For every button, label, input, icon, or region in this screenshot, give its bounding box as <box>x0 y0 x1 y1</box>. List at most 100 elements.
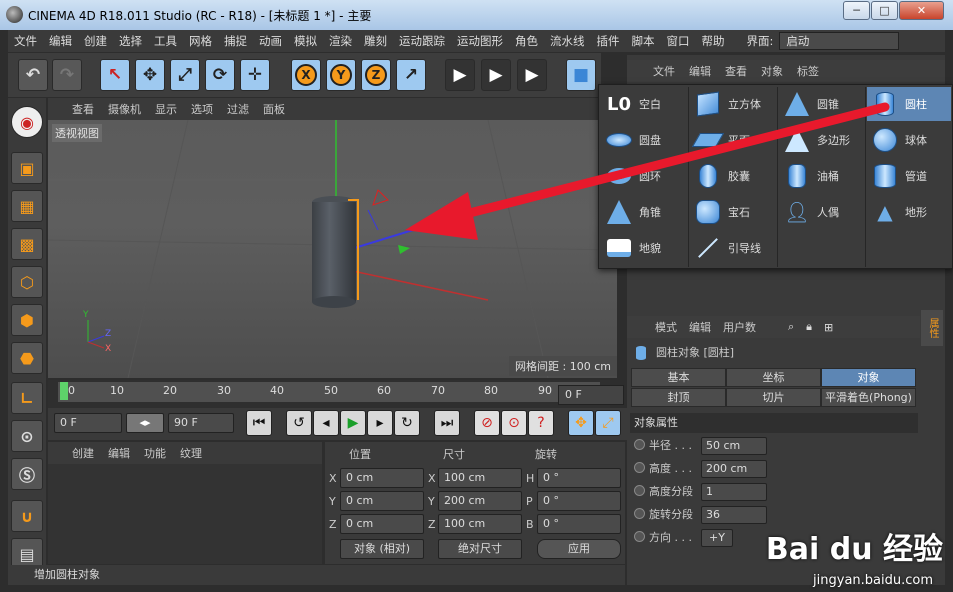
cube-primitive-icon[interactable]: ■ <box>566 59 596 91</box>
popup-item-figure[interactable]: 👤︎ 人偶 <box>779 195 865 229</box>
pos-x-field[interactable]: 0 cm <box>340 468 424 488</box>
menu-render[interactable]: 渲染 <box>323 33 358 49</box>
rp-menu-tags[interactable]: 标签 <box>797 63 819 79</box>
rp-menu-file[interactable]: 文件 <box>653 63 675 79</box>
orientation-select[interactable]: +Y <box>701 529 733 547</box>
popup-item-landscape[interactable]: ▲ 地形 <box>867 195 951 229</box>
radius-field[interactable]: 50 cm <box>701 437 767 455</box>
viewport-menu-view[interactable]: 查看 <box>72 101 94 117</box>
rot-h-field[interactable]: 0 ° <box>537 468 621 488</box>
attr-menu-userdata[interactable]: 用户数 <box>723 319 756 335</box>
model-mode-icon[interactable]: ▣ <box>11 152 43 184</box>
popup-item-plane[interactable]: 平面 <box>690 123 776 157</box>
side-tab-label[interactable]: 属性 <box>921 310 943 346</box>
perspective-viewport[interactable]: Y Z X 透视视图 网格间距 : 100 cm <box>48 120 617 378</box>
popup-item-cube[interactable]: 立方体 <box>690 87 776 121</box>
popup-item-polygon[interactable]: 多边形 <box>779 123 865 157</box>
popup-item-sphere[interactable]: 球体 <box>867 123 951 157</box>
menu-pipeline[interactable]: 流水线 <box>544 33 591 49</box>
menu-mesh[interactable]: 网格 <box>183 33 218 49</box>
menu-select[interactable]: 选择 <box>113 33 148 49</box>
radio-icon[interactable] <box>634 485 645 496</box>
next-key-icon[interactable]: ↻ <box>394 410 420 436</box>
axis-mode-icon[interactable]: ∟ <box>11 382 43 414</box>
menu-help[interactable]: 帮助 <box>696 33 731 49</box>
object-menu-create[interactable]: 创建 <box>72 445 94 461</box>
end-frame-field[interactable]: 90 F <box>168 413 234 433</box>
y-axis-lock-icon[interactable]: Y <box>326 59 356 91</box>
z-axis-lock-icon[interactable]: Z <box>361 59 391 91</box>
render-picture-viewer-icon[interactable]: ▶ <box>481 59 511 91</box>
popup-item-guide[interactable]: 引导线 <box>690 231 776 265</box>
menu-snap[interactable]: 捕捉 <box>218 33 253 49</box>
record-scale-icon[interactable]: ⤢ <box>595 410 621 436</box>
texture-mode-icon[interactable]: ▦ <box>11 190 43 222</box>
object-menu-edit[interactable]: 编辑 <box>108 445 130 461</box>
previous-frame-icon[interactable]: ◂ <box>313 410 339 436</box>
popup-item-cylinder[interactable]: 圆柱 <box>867 87 951 121</box>
snap-icon[interactable]: ∪ <box>11 500 43 532</box>
menu-plugins[interactable]: 插件 <box>591 33 626 49</box>
coord-mode-select[interactable]: 对象 (相对) <box>340 539 424 559</box>
rot-p-field[interactable]: 0 ° <box>537 491 621 511</box>
play-icon[interactable]: ▶ <box>340 410 366 436</box>
transform-icon[interactable]: ✛ <box>240 59 270 91</box>
redo-icon[interactable]: ↷ <box>52 59 82 91</box>
lock-icon[interactable]: 🔒︎ <box>806 320 812 334</box>
search-icon[interactable]: ⌕ <box>788 320 794 334</box>
radio-icon[interactable] <box>634 462 645 473</box>
menu-character[interactable]: 角色 <box>509 33 544 49</box>
popup-item-cone[interactable]: 圆锥 <box>779 87 865 121</box>
tab-phong[interactable]: 平滑着色(Phong) <box>821 388 916 407</box>
current-frame-field[interactable]: 0 F <box>558 385 624 405</box>
size-y-field[interactable]: 200 cm <box>438 491 522 511</box>
tab-coordinates[interactable]: 坐标 <box>726 368 821 387</box>
popup-item-capsule[interactable]: 胶囊 <box>690 159 776 193</box>
points-mode-icon[interactable]: ⬡ <box>11 266 43 298</box>
rotation-segments-field[interactable]: 36 <box>701 506 767 524</box>
radio-icon[interactable] <box>634 439 645 450</box>
popup-item-oiltank[interactable]: 油桶 <box>779 159 865 193</box>
height-segments-field[interactable]: 1 <box>701 483 767 501</box>
menu-simulate[interactable]: 模拟 <box>288 33 323 49</box>
undo-icon[interactable]: ↶ <box>18 59 48 91</box>
previous-key-icon[interactable]: ↺ <box>286 410 312 436</box>
timeline[interactable]: 0 10 20 30 40 50 60 70 80 90 <box>48 380 610 408</box>
solo-mode-icon[interactable]: Ⓢ <box>11 458 43 490</box>
menu-tools[interactable]: 工具 <box>148 33 183 49</box>
go-to-end-icon[interactable]: ⏭ <box>434 410 460 436</box>
viewport-menu-options[interactable]: 选项 <box>191 101 213 117</box>
side-tab-attributes[interactable]: 属性 <box>921 310 943 370</box>
popup-item-disc[interactable]: 圆盘 <box>601 123 687 157</box>
render-view-icon[interactable]: ▶ <box>445 59 475 91</box>
record-position-icon[interactable]: ✥ <box>568 410 594 436</box>
attr-menu-edit[interactable]: 编辑 <box>689 319 711 335</box>
maximize-button[interactable]: □ <box>871 1 898 20</box>
menu-script[interactable]: 脚本 <box>626 33 661 49</box>
pos-z-field[interactable]: 0 cm <box>340 514 424 534</box>
radio-icon[interactable] <box>634 508 645 519</box>
apply-button[interactable]: 应用 <box>537 539 621 559</box>
attr-menu-mode[interactable]: 模式 <box>655 319 677 335</box>
coordinate-system-icon[interactable]: ↗ <box>396 59 426 91</box>
scale-icon[interactable]: ⤢ <box>170 59 200 91</box>
new-panel-icon[interactable]: ⊞ <box>824 321 833 334</box>
menu-mograph[interactable]: 运动图形 <box>451 33 509 49</box>
start-frame-field[interactable]: 0 F <box>54 413 122 433</box>
menu-create[interactable]: 创建 <box>78 33 113 49</box>
object-menu-texture[interactable]: 纹理 <box>180 445 202 461</box>
go-to-start-icon[interactable]: ⏮ <box>246 410 272 436</box>
popup-item-gem[interactable]: 宝石 <box>690 195 776 229</box>
viewport-menu-panel[interactable]: 面板 <box>263 101 285 117</box>
viewport-menu-display[interactable]: 显示 <box>155 101 177 117</box>
height-field[interactable]: 200 cm <box>701 460 767 478</box>
popup-item-relief[interactable]: 地貌 <box>601 231 687 265</box>
size-mode-select[interactable]: 绝对尺寸 <box>438 539 522 559</box>
menu-animate[interactable]: 动画 <box>253 33 288 49</box>
render-settings-icon[interactable]: ▶ <box>517 59 547 91</box>
menu-edit[interactable]: 编辑 <box>43 33 78 49</box>
timeline-playhead[interactable] <box>60 382 68 400</box>
popup-item-pyramid[interactable]: 角锥 <box>601 195 687 229</box>
rotate-icon[interactable]: ⟳ <box>205 59 235 91</box>
rp-menu-objects[interactable]: 对象 <box>761 63 783 79</box>
